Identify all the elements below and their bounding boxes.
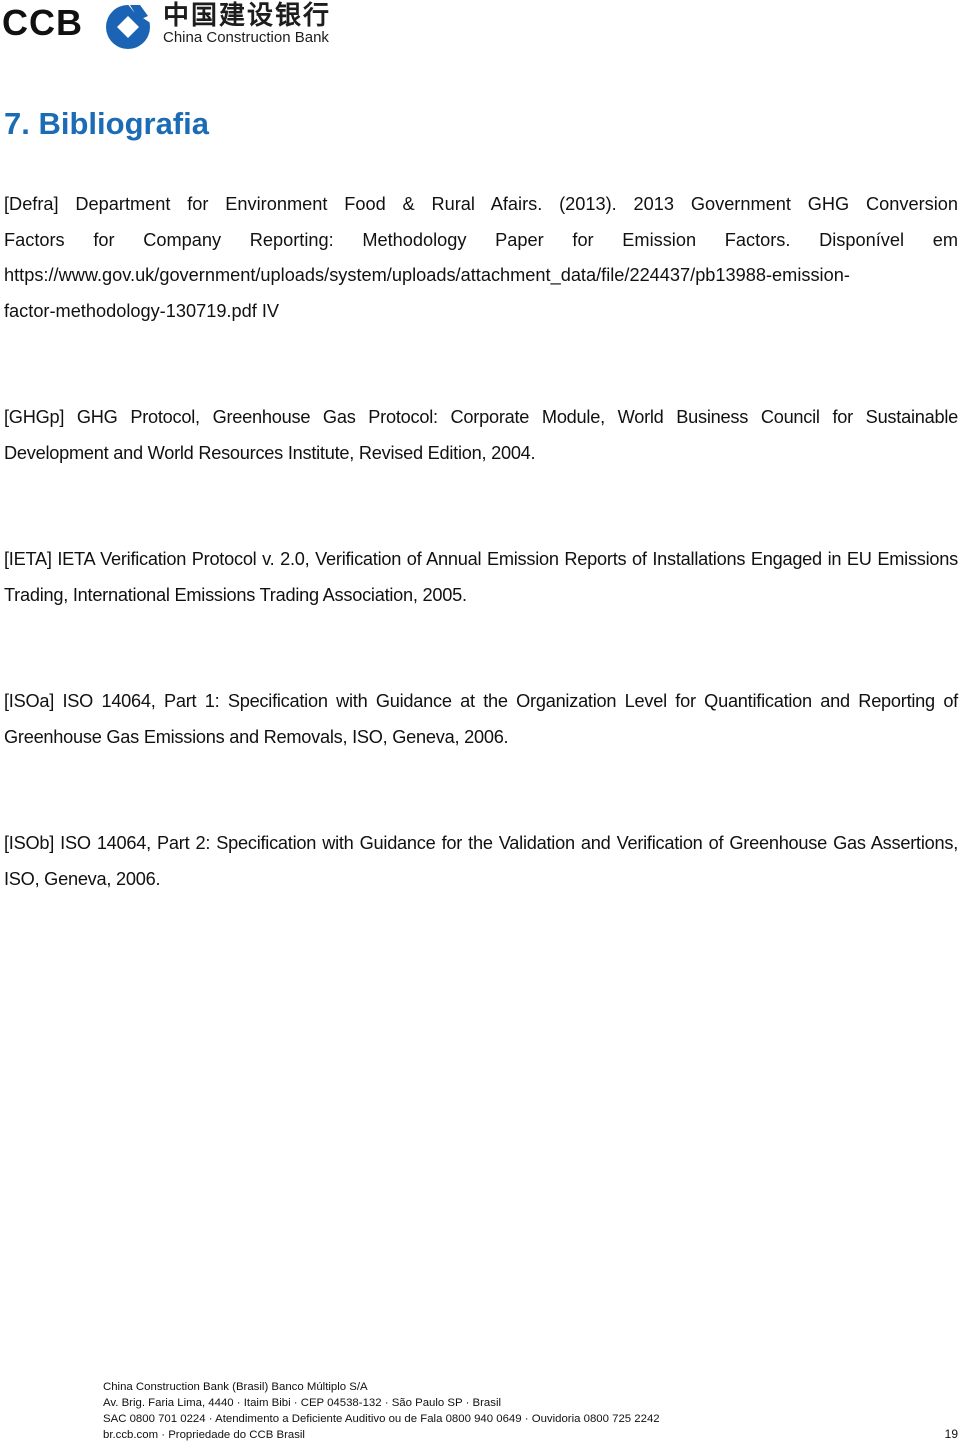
page-number: 19 xyxy=(944,1427,958,1441)
reference-ieta: [IETA] IETA Verification Protocol v. 2.0… xyxy=(4,549,958,605)
logo-chinese-name: 中国建设银行 xyxy=(163,1,332,31)
logo-english-name: China Construction Bank xyxy=(163,29,329,46)
section-title: 7. Bibliografia xyxy=(4,106,209,141)
page-header: CCB 中国建设银行 China Construction Bank xyxy=(0,0,380,50)
ccb-emblem-icon xyxy=(106,2,152,49)
footer-site: br.ccb.com · Propriedade do CCB Brasil xyxy=(103,1429,305,1441)
page-footer: China Construction Bank (Brasil) Banco M… xyxy=(103,1379,960,1443)
reference-defra-line-2: Factors for Company Reporting: Methodolo… xyxy=(4,229,958,250)
reference-isoa: [ISOa] ISO 14064, Part 1: Specification … xyxy=(4,691,958,747)
reference-isob: [ISOb] ISO 14064, Part 2: Specification … xyxy=(4,833,958,889)
reference-ghgp: [GHGp] GHG Protocol, Greenhouse Gas Prot… xyxy=(4,407,958,463)
footer-company: China Construction Bank (Brasil) Banco M… xyxy=(103,1381,368,1393)
reference-defra-line-4: factor-methodology-130719.pdf IV xyxy=(4,300,280,321)
reference-defra-line-3: https://www.gov.uk/government/uploads/sy… xyxy=(4,265,850,285)
reference-defra: [Defra] Department for Environment Food … xyxy=(4,187,958,329)
reference-defra-line-1: [Defra] Department for Environment Food … xyxy=(4,194,958,214)
footer-address: Av. Brig. Faria Lima, 4440 · Itaim Bibi … xyxy=(103,1397,502,1409)
reference-defra-url[interactable]: https://www.gov.uk/government/uploads/sy… xyxy=(4,258,958,329)
footer-contacts: SAC 0800 701 0224 · Atendimento a Defici… xyxy=(103,1413,660,1425)
logo-abbreviation: CCB xyxy=(2,2,83,43)
bibliography-list: [Defra] Department for Environment Food … xyxy=(4,187,958,968)
